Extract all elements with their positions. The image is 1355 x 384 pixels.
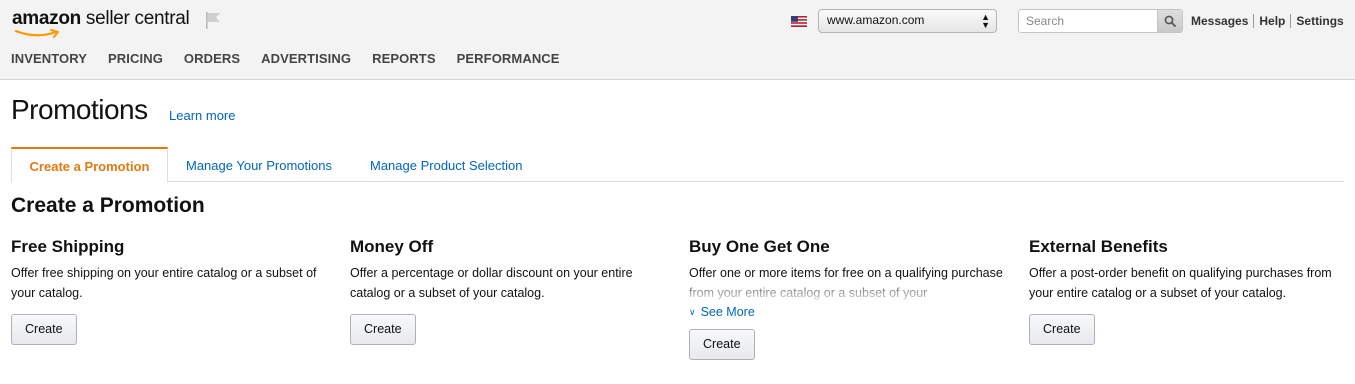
nav-inventory[interactable]: INVENTORY bbox=[11, 51, 87, 66]
promo-card-external-benefits: External Benefits Offer a post-order ben… bbox=[1029, 237, 1349, 345]
top-links: Messages Help Settings bbox=[1191, 14, 1344, 28]
chevron-down-icon: ∨ bbox=[689, 306, 696, 317]
section-title: Create a Promotion bbox=[11, 194, 205, 217]
settings-link[interactable]: Settings bbox=[1296, 14, 1343, 28]
create-money-off-button[interactable]: Create bbox=[350, 314, 416, 345]
learn-more-link[interactable]: Learn more bbox=[169, 108, 235, 123]
card-title: Buy One Get One bbox=[689, 237, 830, 256]
see-more-label: See More bbox=[700, 305, 755, 319]
create-buy-one-get-one-button[interactable]: Create bbox=[689, 329, 755, 360]
card-title: External Benefits bbox=[1029, 237, 1168, 256]
main-nav: INVENTORY PRICING ORDERS ADVERTISING REP… bbox=[11, 51, 581, 66]
flag-icon[interactable] bbox=[204, 10, 224, 30]
nav-performance[interactable]: PERFORMANCE bbox=[457, 51, 560, 66]
logo-product: seller central bbox=[80, 8, 190, 29]
search-box bbox=[1018, 9, 1183, 33]
amazon-smile-icon bbox=[14, 29, 59, 38]
search-input[interactable] bbox=[1019, 10, 1157, 32]
page-title: Promotions bbox=[11, 94, 148, 125]
see-more-link[interactable]: ∨ See More bbox=[689, 303, 1009, 321]
card-description: Offer a post-order benefit on qualifying… bbox=[1029, 266, 1332, 300]
promo-card-free-shipping: Free Shipping Offer free shipping on you… bbox=[11, 237, 331, 345]
tab-manage-product-selection[interactable]: Manage Product Selection bbox=[370, 147, 522, 182]
card-description: Offer one or more items for free on a qu… bbox=[689, 266, 1003, 300]
nav-orders[interactable]: ORDERS bbox=[184, 51, 240, 66]
nav-reports[interactable]: REPORTS bbox=[372, 51, 436, 66]
tab-create-a-promotion[interactable]: Create a Promotion bbox=[11, 147, 168, 183]
create-free-shipping-button[interactable]: Create bbox=[11, 314, 77, 345]
marketplace-select-value: www.amazon.com bbox=[827, 13, 925, 27]
promo-card-buy-one-get-one: Buy One Get One Offer one or more items … bbox=[689, 237, 1009, 360]
tab-manage-your-promotions[interactable]: Manage Your Promotions bbox=[186, 147, 332, 182]
help-link[interactable]: Help bbox=[1259, 14, 1285, 28]
messages-link[interactable]: Messages bbox=[1191, 14, 1248, 28]
nav-advertising[interactable]: ADVERTISING bbox=[261, 51, 351, 66]
card-title: Free Shipping bbox=[11, 237, 125, 256]
amazon-seller-central-logo[interactable]: amazon seller central bbox=[12, 8, 190, 38]
search-button[interactable] bbox=[1157, 10, 1182, 32]
divider bbox=[1290, 14, 1292, 28]
select-arrows-icon: ▲ ▼ bbox=[981, 12, 990, 30]
promotion-tabs: Create a Promotion Manage Your Promotion… bbox=[11, 147, 1344, 183]
card-description: Offer a percentage or dollar discount on… bbox=[350, 266, 633, 300]
promo-card-money-off: Money Off Offer a percentage or dollar d… bbox=[350, 237, 670, 345]
divider bbox=[1253, 14, 1255, 28]
marketplace-switcher: www.amazon.com ▲ ▼ bbox=[791, 9, 997, 33]
card-description: Offer free shipping on your entire catal… bbox=[11, 266, 317, 300]
marketplace-select[interactable]: www.amazon.com ▲ ▼ bbox=[818, 9, 997, 33]
logo-brand: amazon bbox=[12, 8, 81, 29]
card-title: Money Off bbox=[350, 237, 434, 256]
card-description-truncated: Offer one or more items for free on a qu… bbox=[689, 263, 1009, 303]
us-flag-icon bbox=[791, 15, 807, 27]
nav-pricing[interactable]: PRICING bbox=[108, 51, 163, 66]
top-header: amazon seller central www.amazon.com ▲▼ bbox=[0, 0, 1355, 80]
create-external-benefits-button[interactable]: Create bbox=[1029, 314, 1095, 345]
search-icon bbox=[1164, 15, 1176, 27]
